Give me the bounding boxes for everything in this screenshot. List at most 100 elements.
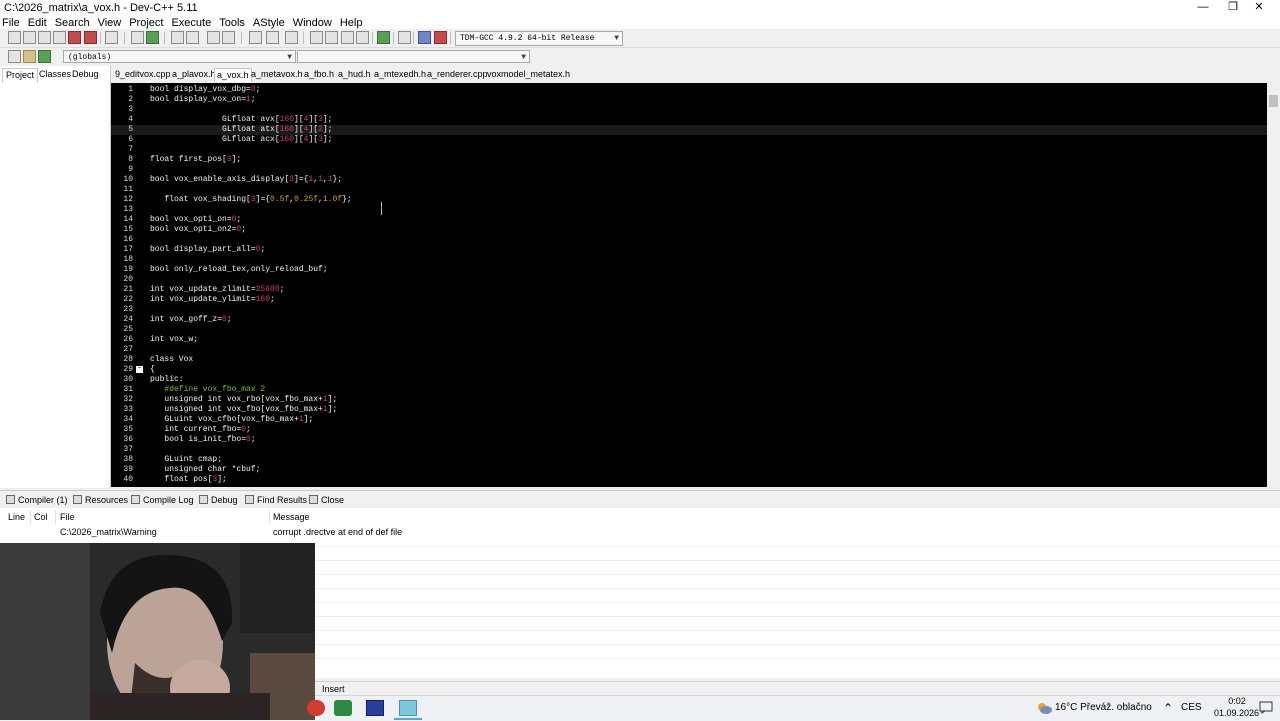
file-tab-a-renderer[interactable]: a_renderer.cpp	[425, 68, 490, 81]
save-icon[interactable]	[38, 31, 51, 44]
fold-toggle-icon[interactable]: −	[136, 366, 143, 373]
chevron-up-icon[interactable]: ⌃	[1163, 701, 1173, 715]
clock-date[interactable]: 01.09.2026	[1214, 708, 1259, 718]
unindent-icon[interactable]	[222, 31, 235, 44]
insert-icon[interactable]	[8, 50, 21, 63]
menu-window[interactable]: Window	[289, 16, 336, 30]
syntax-check-icon[interactable]	[377, 31, 390, 44]
code-line[interactable]: 3	[111, 105, 1267, 115]
tab-resources[interactable]: Resources	[73, 494, 128, 507]
code-line[interactable]: 17 bool display_part_all=0;	[111, 245, 1267, 255]
language-indicator[interactable]: CES	[1181, 702, 1202, 713]
add-to-project-icon[interactable]	[325, 31, 338, 44]
goto-forward-icon[interactable]	[266, 31, 279, 44]
menu-file[interactable]: File	[0, 16, 24, 30]
code-line[interactable]: 24 int vox_goff_z=0;	[111, 315, 1267, 325]
code-line[interactable]: 1 bool display_vox_dbg=0;	[111, 85, 1267, 95]
code-line[interactable]: 20	[111, 275, 1267, 285]
code-line[interactable]: 15 bool vox_opti_on2=0;	[111, 225, 1267, 235]
code-line[interactable]: 5 GLfloat atx[160][4][2];	[111, 125, 1267, 135]
column-header-line[interactable]: Line	[8, 512, 25, 522]
code-line[interactable]: 22 int vox_update_ylimit=160;	[111, 295, 1267, 305]
compiler-select[interactable]: TDM-GCC 4.9.2 64-bit Release ▼	[455, 31, 623, 46]
column-header-file[interactable]: File	[60, 512, 75, 522]
save-all-icon[interactable]	[53, 31, 66, 44]
code-line[interactable]: 6 GLfloat acx[160][4][3];	[111, 135, 1267, 145]
menu-view[interactable]: View	[94, 16, 126, 30]
redo-icon[interactable]	[146, 31, 159, 44]
app-green-icon[interactable]	[334, 700, 352, 716]
close-file-icon[interactable]	[68, 31, 81, 44]
find-icon[interactable]	[171, 31, 184, 44]
code-line[interactable]: 35 int current_fbo=0;	[111, 425, 1267, 435]
tab-compiler[interactable]: Compiler (1)	[6, 494, 68, 507]
code-line[interactable]: 33 unsigned int vox_fbo[vox_fbo_max+1];	[111, 405, 1267, 415]
browser-icon[interactable]	[307, 700, 325, 716]
replace-icon[interactable]	[186, 31, 199, 44]
notification-icon[interactable]	[1259, 700, 1273, 714]
code-line[interactable]: 37	[111, 445, 1267, 455]
bookmark-icon[interactable]	[285, 31, 298, 44]
close-all-icon[interactable]	[84, 31, 97, 44]
code-line[interactable]: 10 bool vox_enable_axis_display[3]={1,1,1…	[111, 175, 1267, 185]
menu-execute[interactable]: Execute	[167, 16, 215, 30]
file-tab-a-plavox[interactable]: a_plavox.h	[170, 68, 218, 81]
code-line[interactable]: 28 class Vox	[111, 355, 1267, 365]
column-header-col[interactable]: Col	[34, 512, 48, 522]
code-line[interactable]: 27	[111, 345, 1267, 355]
file-tab-9-editvox[interactable]: 9_editvox.cpp	[113, 68, 173, 81]
app-blue-icon[interactable]	[399, 700, 417, 716]
code-line[interactable]: 25	[111, 325, 1267, 335]
close-window-button[interactable]: ✕	[1236, 0, 1280, 15]
tab-find-results[interactable]: Find Results	[245, 494, 307, 507]
code-line[interactable]: 40 float pos[3];	[111, 475, 1267, 485]
code-line[interactable]: 34 GLuint vox_cfbo[vox_fbo_max+1];	[111, 415, 1267, 425]
stop-execution-icon[interactable]	[398, 31, 411, 44]
menu-tools[interactable]: Tools	[215, 16, 249, 30]
menu-search[interactable]: Search	[51, 16, 94, 30]
open-file-icon[interactable]	[23, 31, 36, 44]
new-project-icon[interactable]	[310, 31, 323, 44]
menu-help[interactable]: Help	[336, 16, 367, 30]
code-line[interactable]: 23	[111, 305, 1267, 315]
file-tab-a-fbo[interactable]: a_fbo.h	[302, 68, 336, 81]
message-text[interactable]: corrupt .drectve at end of def file	[273, 527, 402, 537]
code-line[interactable]: 30 public:	[111, 375, 1267, 385]
weather-icon[interactable]	[1036, 701, 1052, 715]
code-line[interactable]: 2 bool display_vox_on=1;	[111, 95, 1267, 105]
tab-debug[interactable]: Debug	[69, 68, 102, 81]
editor-scrollbar-thumb[interactable]	[1269, 95, 1278, 107]
file-tab-a-hud[interactable]: a_hud.h	[336, 68, 373, 81]
goto-back-icon[interactable]	[249, 31, 262, 44]
profile-icon[interactable]	[418, 31, 431, 44]
code-line[interactable]: 19 bool only_reload_tex,only_reload_buf;	[111, 265, 1267, 275]
file-tab-a-mtexedh[interactable]: a_mtexedh.h	[372, 68, 428, 81]
code-line[interactable]: 31 #define vox_fbo_max 2	[111, 385, 1267, 395]
column-header-message[interactable]: Message	[273, 512, 310, 522]
code-line[interactable]: 21 int vox_update_zlimit=25600;	[111, 285, 1267, 295]
new-file-icon[interactable]	[8, 31, 21, 44]
scope-select[interactable]: (globals) ▼	[63, 50, 296, 63]
menu-project[interactable]: Project	[125, 16, 167, 30]
menu-edit[interactable]: Edit	[24, 16, 51, 30]
editor-scrollbar[interactable]	[1267, 83, 1280, 487]
function-select[interactable]: ▼	[297, 50, 530, 63]
code-editor[interactable]: 1 bool display_vox_dbg=0; 2 bool display_vo…	[111, 83, 1267, 487]
message-file[interactable]: C:\2026_matrix\Warning	[60, 527, 157, 537]
indent-icon[interactable]	[207, 31, 220, 44]
file-tab-a-vox[interactable]: a_vox.h	[214, 68, 252, 82]
close-output-button[interactable]: Close	[309, 494, 344, 507]
menu-astyle[interactable]: AStyle	[249, 16, 289, 30]
code-line[interactable]: 39 unsigned char *cbuf;	[111, 465, 1267, 475]
goto-bookmark-icon[interactable]	[38, 50, 51, 63]
code-line[interactable]: 38 GLuint cmap;	[111, 455, 1267, 465]
code-line[interactable]: 9	[111, 165, 1267, 175]
toggle-bookmark-icon[interactable]	[23, 50, 36, 63]
undo-icon[interactable]	[131, 31, 144, 44]
code-line[interactable]: 8 float first_pos[3];	[111, 155, 1267, 165]
print-icon[interactable]	[105, 31, 118, 44]
file-tab-a-metavox[interactable]: a_metavox.h	[249, 68, 305, 81]
tab-compile-log[interactable]: Compile Log	[131, 494, 194, 507]
tab-project[interactable]: Project	[2, 68, 39, 83]
code-line[interactable]: 26 int vox_w;	[111, 335, 1267, 345]
